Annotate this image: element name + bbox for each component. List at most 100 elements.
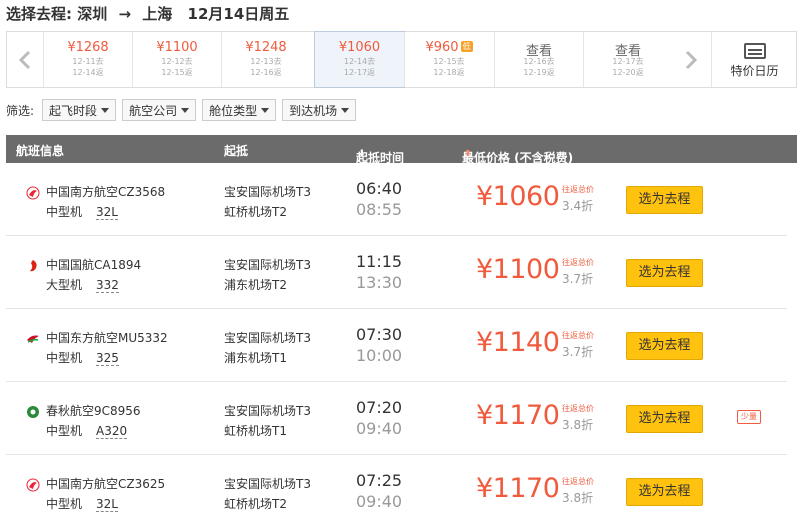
filter-text: 到达机场 xyxy=(289,103,338,118)
next-dates-button[interactable] xyxy=(673,32,709,87)
date-cell[interactable]: ¥1060 12-14去 12-17返 xyxy=(314,31,405,88)
prev-dates-button[interactable] xyxy=(7,32,43,87)
select-outbound-button[interactable]: 选为去程 xyxy=(626,332,703,360)
date-cell[interactable]: ¥1248 12-13去 12-16返 xyxy=(221,32,310,87)
date-price: 查看 xyxy=(495,40,583,59)
departure-time: 06:40 xyxy=(356,179,403,198)
few-seats-badge: 少量 xyxy=(737,410,761,424)
arrival-time: 13:30 xyxy=(356,273,403,292)
aircraft-size: 中型机 xyxy=(46,351,83,365)
go-date: 12-15去 xyxy=(433,57,465,66)
table-row: 中国国航CA1894 大型机 332 宝安国际机场T3 浦东机场T2 11:15 13:30… xyxy=(6,236,787,309)
table-row: 中国东方航空MU5332 中型机 325 宝安国际机场T3 浦东机场T1 07:30 10:… xyxy=(6,309,787,382)
aircraft-info: 大型机 332 xyxy=(46,276,119,293)
date-cell[interactable]: 查看 12-16去 12-19返 xyxy=(494,32,583,87)
table-header: 航班信息 起抵 起抵时间 ⬇ 最低价格 (不含税费) ⬆ xyxy=(6,135,797,165)
filter-bar: 筛选: 起飞时段 航空公司 舱位类型 到达机场 xyxy=(6,98,362,122)
travel-date: 12月14日周五 xyxy=(187,5,290,23)
round-trip-total-label: 往返总价 xyxy=(562,477,594,486)
from-city: 深圳 xyxy=(77,5,108,23)
arrival-airport: 浦东机场T1 xyxy=(224,351,287,365)
caret-down-icon xyxy=(181,107,190,113)
china-southern-logo-icon xyxy=(26,478,40,492)
fare-calendar-label: 特价日历 xyxy=(730,64,779,78)
lowest-price: ¥1100 xyxy=(476,254,560,285)
aircraft-info: 中型机 325 xyxy=(46,349,119,366)
departure-airport: 宝安国际机场T3 xyxy=(224,331,311,345)
departure-airport: 宝安国际机场T3 xyxy=(224,404,311,418)
spring-airlines-logo-icon xyxy=(26,405,40,419)
date-price-text: ¥1100 xyxy=(156,40,198,55)
filter-airline[interactable]: 航空公司 xyxy=(122,99,197,121)
return-date: 12-15返 xyxy=(161,68,193,77)
aircraft-size: 中型机 xyxy=(46,497,83,511)
aircraft-size: 中型机 xyxy=(46,424,83,438)
aircraft-model-link[interactable]: 325 xyxy=(96,351,119,366)
return-date: 12-17返 xyxy=(343,68,376,77)
date-price: ¥960 低 xyxy=(405,40,493,56)
go-date: 12-14去 xyxy=(343,57,376,66)
round-trip-total-label: 往返总价 xyxy=(562,258,594,267)
aircraft-model-link[interactable]: 32L xyxy=(96,497,118,512)
table-row: 春秋航空9C8956 中型机 A320 宝安国际机场T3 虹桥机场T1 07:20 09:4… xyxy=(6,382,787,455)
aircraft-size: 中型机 xyxy=(46,205,83,219)
airline-flight: 春秋航空9C8956 xyxy=(46,404,141,418)
chevron-right-icon xyxy=(685,50,697,69)
date-price: ¥1268 xyxy=(44,40,132,56)
discount: 3.8折 xyxy=(562,491,594,505)
filter-text: 起飞时段 xyxy=(49,103,98,118)
departure-airport: 宝安国际机场T3 xyxy=(224,477,311,491)
select-outbound-button[interactable]: 选为去程 xyxy=(626,478,703,506)
date-cell[interactable]: 查看 12-17去 12-20返 xyxy=(583,32,672,87)
lowest-price: ¥1060 xyxy=(476,181,560,212)
table-row: 中国南方航空CZ3568 中型机 32L 宝安国际机场T3 虹桥机场T2 06:40 08:… xyxy=(6,163,787,236)
airline-flight: 中国国航CA1894 xyxy=(46,258,142,272)
aircraft-model-link[interactable]: 332 xyxy=(96,278,119,293)
date-cell[interactable]: ¥960 低 12-15去 12-18返 xyxy=(404,32,493,87)
discount: 3.4折 xyxy=(562,199,594,213)
departure-time: 07:30 xyxy=(356,325,403,344)
select-outbound-button[interactable]: 选为去程 xyxy=(626,259,703,287)
caret-down-icon xyxy=(341,107,350,113)
filter-arrival-airport[interactable]: 到达机场 xyxy=(282,99,357,121)
date-cell[interactable]: ¥1100 12-12去 12-15返 xyxy=(132,32,221,87)
date-cell[interactable]: ¥1268 12-11去 12-14返 xyxy=(43,32,132,87)
select-outbound-button[interactable]: 选为去程 xyxy=(626,405,703,433)
date-price-text: ¥1060 xyxy=(338,40,381,55)
filter-cabin[interactable]: 舱位类型 xyxy=(202,99,277,121)
return-date: 12-20返 xyxy=(612,68,644,77)
low-price-badge: 低 xyxy=(460,41,473,52)
header-flight: 航班信息 xyxy=(16,144,65,158)
round-trip-total-label: 往返总价 xyxy=(562,404,594,413)
lowest-price: ¥1140 xyxy=(476,327,560,358)
airline-flight: 中国东方航空MU5332 xyxy=(46,331,168,345)
filter-departure-time[interactable]: 起飞时段 xyxy=(42,99,117,121)
header-route: 起抵 xyxy=(224,144,249,158)
route-arrow: → xyxy=(118,5,132,23)
round-trip-total-label: 往返总价 xyxy=(562,185,594,194)
select-outbound-button[interactable]: 选为去程 xyxy=(626,186,703,214)
aircraft-model-link[interactable]: A320 xyxy=(96,424,128,439)
sort-up-icon: ⬆ xyxy=(464,149,472,159)
departure-time: 07:25 xyxy=(356,471,403,490)
airline-flight: 中国南方航空CZ3625 xyxy=(46,477,166,491)
table-row: 中国南方航空CZ3625 中型机 32L 宝安国际机场T3 虹桥机场T2 07:25 09:… xyxy=(6,455,787,524)
caret-down-icon xyxy=(261,107,270,113)
return-date: 12-16返 xyxy=(250,68,282,77)
to-city: 上海 xyxy=(142,5,173,23)
fare-calendar-button[interactable]: 特价日历 xyxy=(711,32,797,87)
lowest-price: ¥1170 xyxy=(476,473,560,504)
go-date: 12-13去 xyxy=(250,57,282,66)
arrival-time: 09:40 xyxy=(356,419,403,438)
arrival-airport: 虹桥机场T2 xyxy=(224,205,287,219)
date-price: 查看 xyxy=(584,40,672,59)
aircraft-model-link[interactable]: 32L xyxy=(96,205,118,220)
departure-time: 11:15 xyxy=(356,252,403,271)
page-title: 选择去程: 深圳 → 上海 12月14日周五 xyxy=(6,3,289,25)
filter-text: 航空公司 xyxy=(129,103,178,118)
air-china-logo-icon xyxy=(26,259,40,273)
return-date: 12-14返 xyxy=(72,68,104,77)
aircraft-info: 中型机 32L xyxy=(46,203,118,220)
go-date: 12-11去 xyxy=(72,57,104,66)
arrival-time: 09:40 xyxy=(356,492,403,511)
